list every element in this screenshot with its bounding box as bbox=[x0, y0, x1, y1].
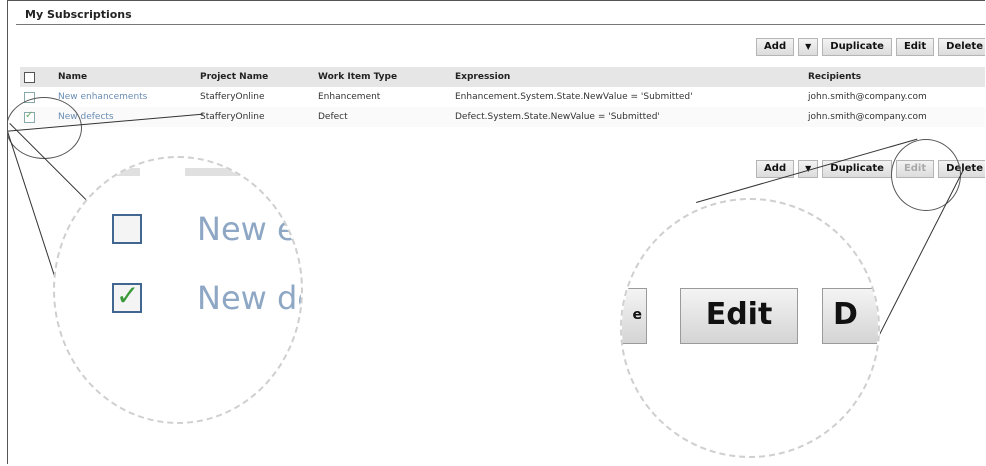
column-header-expression[interactable]: Expression bbox=[451, 67, 804, 87]
column-header-name[interactable]: Name bbox=[54, 67, 196, 87]
zoom-checkbox-checked bbox=[112, 279, 142, 313]
zoom-callout-right: e Edit D bbox=[620, 198, 880, 458]
table-header-row: Name Project Name Work Item Type Express… bbox=[20, 67, 985, 87]
type-cell: Enhancement bbox=[314, 87, 451, 107]
expression-cell: Enhancement.System.State.NewValue = 'Sub… bbox=[451, 87, 804, 107]
add-button[interactable]: Add bbox=[756, 38, 795, 56]
column-header-recipients[interactable]: Recipients bbox=[804, 67, 985, 87]
zoom-source-circle-right bbox=[891, 139, 961, 211]
zoom-delete-fragment: D bbox=[822, 288, 878, 344]
zoom-callout-left: New en New defe bbox=[53, 156, 303, 424]
recipients-cell: john.smith@company.com bbox=[804, 107, 985, 127]
delete-button[interactable]: Delete bbox=[938, 38, 985, 56]
duplicate-button[interactable]: Duplicate bbox=[822, 38, 892, 56]
column-header-project[interactable]: Project Name bbox=[196, 67, 314, 87]
subscription-name-link[interactable]: New enhancements bbox=[58, 92, 147, 102]
zoom-duplicate-fragment: e bbox=[622, 288, 647, 344]
edit-button[interactable]: Edit bbox=[895, 38, 935, 56]
zoom-row2-text: New defe bbox=[197, 279, 301, 317]
subscriptions-table: Name Project Name Work Item Type Express… bbox=[20, 67, 985, 127]
title-bar: My Subscriptions bbox=[8, 4, 985, 26]
select-all-checkbox[interactable] bbox=[24, 71, 35, 83]
project-cell: StafferyOnline bbox=[196, 107, 314, 127]
zoom-edit-button: Edit bbox=[680, 288, 798, 344]
title-divider bbox=[16, 24, 985, 25]
recipients-cell: john.smith@company.com bbox=[804, 87, 985, 107]
zoom-checkbox-unchecked bbox=[112, 214, 142, 244]
top-toolbar: Add ▼ Duplicate Edit Delete bbox=[756, 38, 985, 58]
table-row[interactable]: New enhancements StafferyOnline Enhancem… bbox=[20, 87, 985, 107]
column-header-type[interactable]: Work Item Type bbox=[314, 67, 451, 87]
add-dropdown-icon[interactable]: ▼ bbox=[798, 38, 819, 56]
page-title: My Subscriptions bbox=[25, 8, 132, 21]
zoom-header-fragment bbox=[185, 168, 275, 176]
zoom-row1-text: New en bbox=[197, 210, 301, 248]
type-cell: Defect bbox=[314, 107, 451, 127]
project-cell: StafferyOnline bbox=[196, 87, 314, 107]
expression-cell: Defect.System.State.NewValue = 'Submitte… bbox=[451, 107, 804, 127]
subscriptions-panel: My Subscriptions Add ▼ Duplicate Edit De… bbox=[7, 0, 985, 464]
zoom-header-fragment bbox=[80, 168, 140, 176]
